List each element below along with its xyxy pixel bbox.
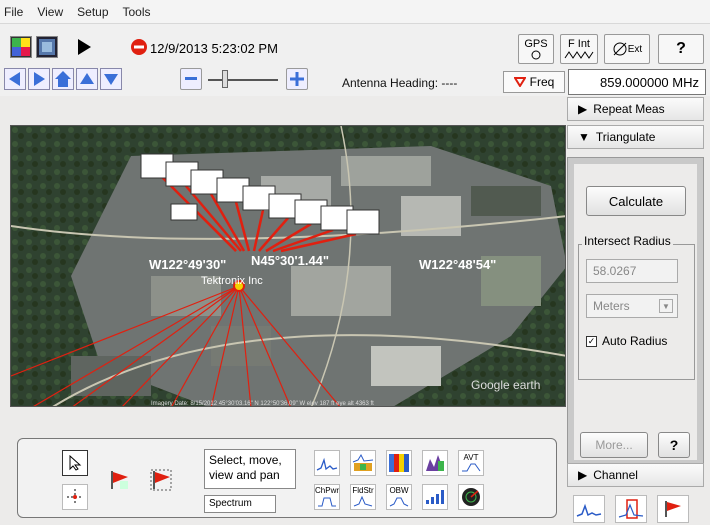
chpwr-icon[interactable]: ChPwr <box>314 484 340 510</box>
intersect-radius-label: Intersect Radius <box>582 234 673 248</box>
avt-icon[interactable]: AVT <box>458 450 484 476</box>
datetime-display: 12/9/2013 5:23:02 PM <box>150 41 278 56</box>
move-flag-icon[interactable] <box>148 467 174 493</box>
crosshair-icon[interactable] <box>62 484 88 510</box>
bottom-toolbar: Select, move, view and pan Spectrum AVT … <box>17 438 557 518</box>
triangulate-label: Triangulate <box>595 130 656 144</box>
nav-left-icon[interactable] <box>4 68 26 93</box>
google-earth-logo: Google earth <box>471 378 540 392</box>
units-value: Meters <box>593 299 630 313</box>
radius-input[interactable]: 58.0267 <box>586 259 678 283</box>
more-label: More... <box>595 438 633 452</box>
coord-center-label: N45°30'1.44" <box>251 253 329 268</box>
zoom-out-button[interactable] <box>180 68 202 90</box>
play-icon[interactable] <box>76 38 92 59</box>
place-label: Tektronix Inc <box>201 275 263 287</box>
triangle-down-icon <box>513 77 526 87</box>
chevron-down-icon: ▼ <box>659 299 673 313</box>
units-select[interactable]: Meters ▼ <box>586 294 678 318</box>
triangulate-header[interactable]: ▼ Triangulate <box>567 125 704 149</box>
antenna-heading: Antenna Heading: ---- <box>342 76 458 90</box>
avt-label: AVT <box>463 453 479 462</box>
triangle-right-icon: ▶ <box>578 102 588 116</box>
help-label: ? <box>676 40 686 57</box>
circle-icon <box>531 50 541 59</box>
obw-icon[interactable]: OBW <box>386 484 412 510</box>
gps-button[interactable]: GPS <box>518 34 554 64</box>
help-button[interactable]: ? <box>658 34 704 64</box>
fint-button[interactable]: F Int <box>560 34 598 64</box>
auto-radius-label: Auto Radius <box>602 334 668 348</box>
ext-label: Ext <box>627 43 643 55</box>
radar-icon[interactable] <box>458 484 484 510</box>
chpwr-label: ChPwr <box>315 486 340 495</box>
nav-down-icon[interactable] <box>100 68 122 93</box>
auto-radius-checkbox[interactable]: ✓ Auto Radius <box>586 334 667 348</box>
signal-strength-icon[interactable] <box>422 484 448 510</box>
coord-left-label: W122°49'30" <box>149 257 226 272</box>
channel-header[interactable]: ▶ Channel <box>567 463 704 487</box>
fldstr-label: FldStr <box>352 486 374 495</box>
spectrum-trace-icon[interactable] <box>573 495 605 523</box>
freq-button[interactable]: Freq <box>503 71 565 93</box>
select-pointer-icon[interactable] <box>62 450 88 476</box>
menu-file[interactable]: File <box>4 5 23 19</box>
calculate-button[interactable]: Calculate <box>586 186 686 216</box>
map-view[interactable]: W122°49'30" N45°30'1.44" W122°48'54" Tek… <box>10 125 566 407</box>
checkbox-checked-icon[interactable]: ✓ <box>586 335 597 347</box>
display-mode-icon[interactable] <box>36 36 58 58</box>
right-panel: ▶ Repeat Meas ▼ Triangulate Calculate In… <box>567 97 710 525</box>
calculate-label: Calculate <box>608 193 664 209</box>
triangle-down-icon: ▼ <box>578 130 590 144</box>
panel-help-button[interactable]: ? <box>658 432 690 458</box>
zoom-slider-thumb[interactable] <box>222 70 228 88</box>
nav-right-icon[interactable] <box>28 68 50 93</box>
ext-button[interactable]: Ext <box>604 34 650 64</box>
spectrum-view-icon[interactable] <box>314 450 340 476</box>
nav-up-icon[interactable] <box>76 68 98 93</box>
wave-icon <box>564 50 594 59</box>
map-canvas[interactable]: W122°49'30" N45°30'1.44" W122°48'54" Tek… <box>11 126 566 407</box>
menu-tools[interactable]: Tools <box>123 5 151 19</box>
repeat-meas-header[interactable]: ▶ Repeat Meas <box>567 97 704 121</box>
gps-label: GPS <box>524 37 548 50</box>
obw-label: OBW <box>389 486 409 495</box>
spectrogram-icon[interactable] <box>350 450 376 476</box>
fldstr-icon[interactable]: FldStr <box>350 484 376 510</box>
home-icon[interactable] <box>52 68 74 93</box>
persistence-icon[interactable] <box>386 450 412 476</box>
spectrum-label[interactable]: Spectrum <box>204 495 276 513</box>
triangulate-panel: Calculate Intersect Radius 58.0267 Meter… <box>567 157 704 467</box>
fint-label: F Int <box>567 37 590 50</box>
dpx-icon[interactable] <box>422 450 448 476</box>
frequency-field[interactable]: 859.000000 MHz <box>568 69 706 95</box>
toolbar: 12/9/2013 5:23:02 PM Antenna Heading: --… <box>0 24 710 96</box>
stop-icon[interactable] <box>130 38 148 59</box>
channel-label: Channel <box>593 468 638 482</box>
zoom-in-button[interactable] <box>286 68 308 90</box>
freq-label: Freq <box>529 75 555 89</box>
menu-setup[interactable]: Setup <box>77 5 108 19</box>
map-attribution: Imagery Date: 8/15/2012 45°30'03.16" N 1… <box>151 401 374 407</box>
panel-help-label: ? <box>669 437 679 453</box>
triangle-right-icon: ▶ <box>578 468 588 482</box>
more-button[interactable]: More... <box>580 432 648 458</box>
phase-icon <box>613 42 627 56</box>
marker-trace-icon[interactable] <box>615 495 647 523</box>
add-flag-icon[interactable] <box>106 467 132 493</box>
select-tooltip: Select, move, view and pan <box>204 449 296 489</box>
menu-view[interactable]: View <box>37 5 63 19</box>
app-mode-icon[interactable] <box>10 36 32 58</box>
flag-icon[interactable] <box>657 495 689 523</box>
zoom-slider[interactable] <box>208 70 278 88</box>
coord-right-label: W122°48'54" <box>419 257 496 272</box>
menu-bar: File View Setup Tools <box>0 0 710 24</box>
repeat-meas-label: Repeat Meas <box>593 102 665 116</box>
